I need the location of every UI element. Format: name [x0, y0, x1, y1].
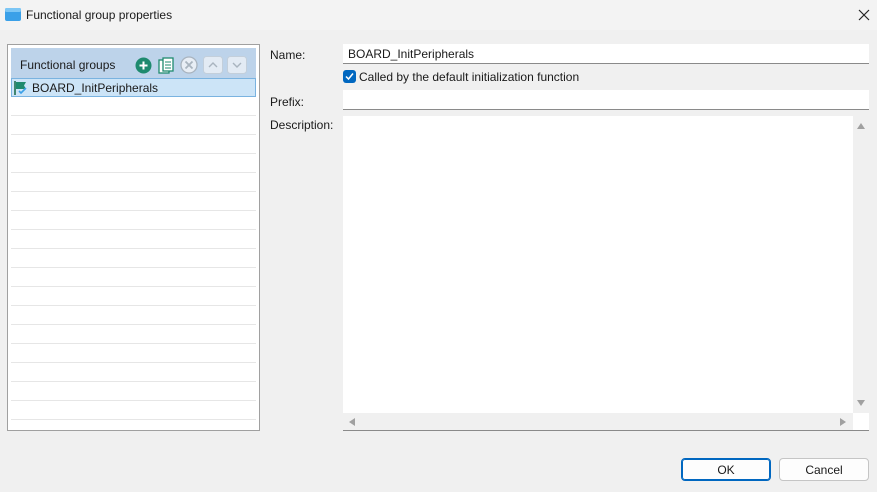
list-item: [11, 363, 256, 382]
list-item-label: BOARD_InitPeripherals: [32, 81, 159, 95]
cancel-button[interactable]: Cancel: [779, 458, 869, 481]
scroll-down-icon[interactable]: [856, 398, 866, 408]
list-item: [11, 306, 256, 325]
default-init-checkbox[interactable]: [343, 70, 356, 83]
list-item: [11, 211, 256, 230]
ok-button[interactable]: OK: [681, 458, 771, 481]
list-item: [11, 135, 256, 154]
list-item[interactable]: BOARD_InitPeripherals: [11, 78, 256, 97]
chevron-up-icon: [203, 56, 223, 74]
list-item: [11, 249, 256, 268]
functional-groups-panel: Functional groups BOARD_InitPeripherals: [7, 44, 260, 431]
vertical-scrollbar[interactable]: [853, 116, 869, 413]
window-title: Functional group properties: [26, 8, 173, 22]
functional-groups-title: Functional groups: [20, 58, 116, 72]
list-item: [11, 173, 256, 192]
move-up-button[interactable]: [203, 55, 223, 75]
prefix-label: Prefix:: [270, 95, 305, 109]
name-label: Name:: [270, 48, 306, 62]
list-item: [11, 192, 256, 211]
list-item: [11, 154, 256, 173]
list-item: [11, 401, 256, 420]
move-down-button[interactable]: [227, 55, 247, 75]
functional-groups-list: BOARD_InitPeripherals: [11, 78, 256, 428]
copy-icon: [158, 56, 174, 74]
scroll-up-icon[interactable]: [856, 121, 866, 131]
name-input[interactable]: [343, 44, 869, 64]
close-icon: [858, 9, 870, 21]
add-group-button[interactable]: [133, 55, 153, 75]
title-bar: Functional group properties: [0, 0, 877, 30]
default-init-label: Called by the default initialization fun…: [359, 70, 580, 84]
description-label: Description:: [270, 118, 334, 132]
horizontal-scrollbar[interactable]: [343, 413, 853, 430]
scroll-left-icon[interactable]: [347, 417, 357, 427]
prefix-input[interactable]: [343, 90, 869, 110]
close-button[interactable]: [852, 3, 876, 27]
functional-group-flag-icon: [14, 81, 27, 95]
scroll-corner: [853, 413, 869, 430]
copy-group-button[interactable]: [156, 55, 176, 75]
remove-group-button[interactable]: [179, 55, 199, 75]
list-item: [11, 344, 256, 363]
remove-circle-icon: [180, 56, 198, 74]
list-item: [11, 230, 256, 249]
list-item: [11, 116, 256, 135]
plus-circle-icon: [135, 57, 151, 73]
description-textarea[interactable]: [343, 116, 869, 431]
list-item: [11, 325, 256, 344]
scroll-right-icon[interactable]: [838, 417, 848, 427]
list-item: [11, 382, 256, 401]
functional-groups-header: Functional groups: [11, 48, 256, 78]
folder-icon: [5, 8, 21, 21]
list-item: [11, 287, 256, 306]
chevron-down-icon: [227, 56, 247, 74]
list-item: [11, 268, 256, 287]
checkmark-icon: [345, 73, 354, 81]
list-item: [11, 97, 256, 116]
